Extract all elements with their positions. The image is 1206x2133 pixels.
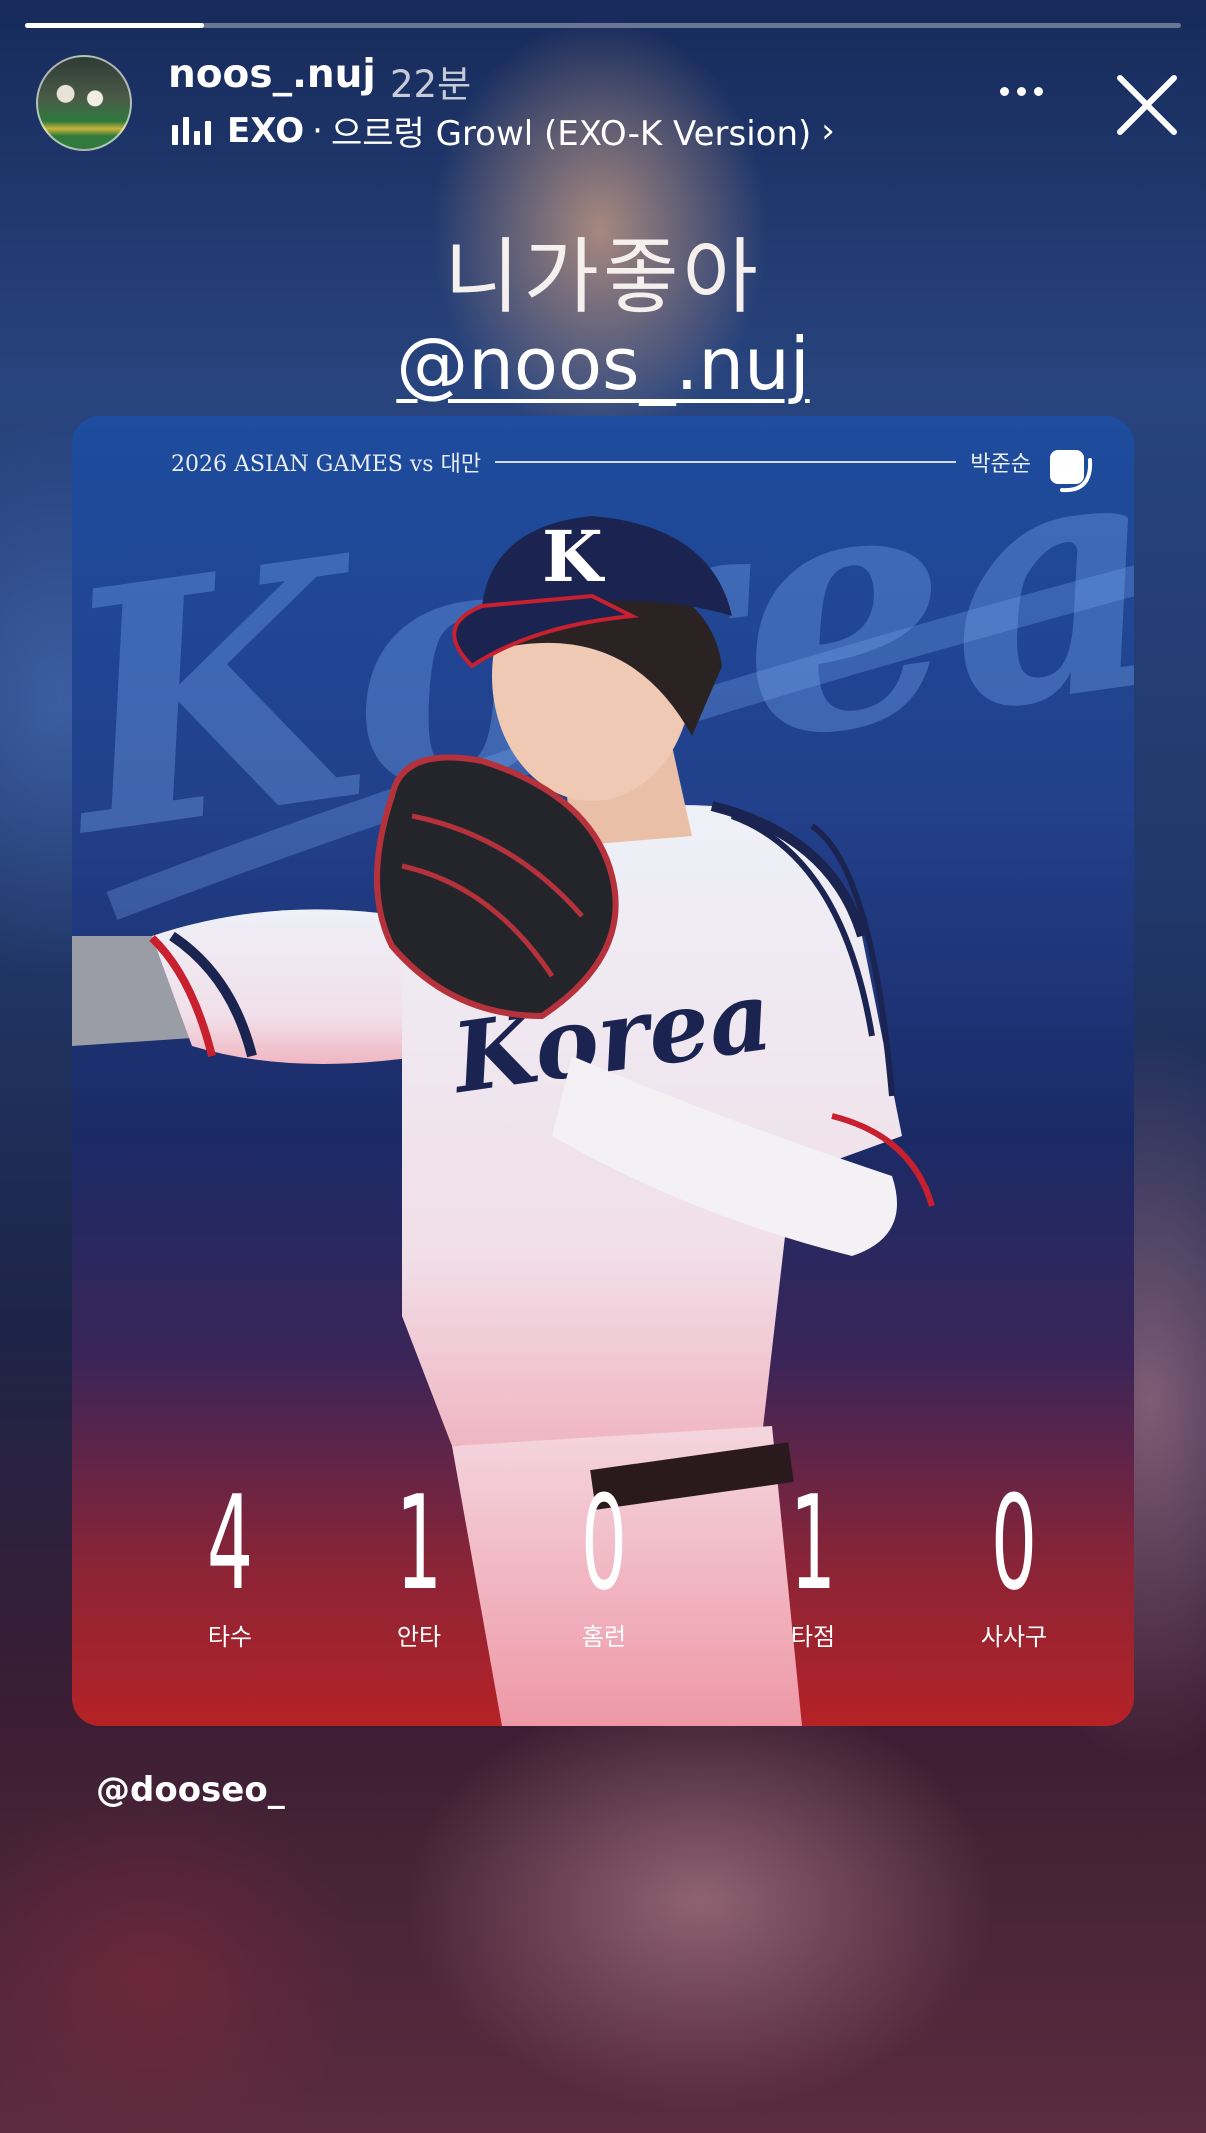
stat-label: 안타	[396, 1623, 442, 1651]
more-dots-icon[interactable]	[1000, 76, 1050, 106]
stat-value: 0	[580, 1467, 628, 1619]
chevron-right-icon: ›	[821, 110, 835, 151]
mention-sticker[interactable]: @noos_.nuj	[0, 322, 1206, 406]
card-header-divider	[495, 461, 957, 463]
close-icon[interactable]	[1112, 70, 1182, 140]
stat-column: 0 사사구	[924, 1476, 1104, 1652]
cap-logo-letter: K	[542, 515, 605, 598]
music-separator: ·	[312, 110, 323, 151]
post-time: 22분	[390, 63, 472, 106]
stat-value: 0	[990, 1467, 1038, 1619]
shared-post-card[interactable]: Korea Korea	[72, 416, 1134, 1726]
music-attribution[interactable]: EXO · 으르렁 Growl (EXO-K Version) ›	[172, 106, 835, 155]
stat-column: 1 타점	[723, 1476, 903, 1652]
stat-value: 4	[206, 1467, 254, 1619]
stat-label: 사사구	[980, 1623, 1048, 1651]
stat-label: 타수	[207, 1623, 253, 1651]
card-header-event: 2026 ASIAN GAMES vs 대만	[171, 452, 482, 477]
stat-column: 4 타수	[140, 1476, 320, 1652]
story-progress-bar	[25, 23, 1181, 28]
story-caption: 니가좋아	[444, 230, 762, 325]
bottom-mention[interactable]: @dooseo_	[96, 1770, 285, 1810]
card-logo-icon	[1050, 450, 1093, 493]
stat-column: 1 안타	[329, 1476, 509, 1652]
story-progress-fill	[25, 23, 205, 28]
stat-label: 홈런	[581, 1623, 627, 1651]
card-header: 2026 ASIAN GAMES vs 대만 박준순	[171, 446, 1031, 478]
avatar[interactable]	[36, 55, 132, 151]
music-title: 으르렁 Growl (EXO-K Version)	[330, 114, 812, 154]
music-bars-icon	[172, 116, 211, 145]
stat-value: 1	[395, 1467, 443, 1619]
username[interactable]: noos_.nuj	[168, 52, 376, 97]
music-artist: EXO	[227, 110, 305, 151]
card-header-player: 박준순	[970, 452, 1031, 477]
stat-label: 타점	[790, 1623, 836, 1651]
stat-value: 1	[789, 1467, 837, 1619]
stat-line: 4 타수 1 안타 0 홈런 1 타점 0 사사구	[72, 1476, 1134, 1666]
stat-column: 0 홈런	[514, 1476, 694, 1652]
